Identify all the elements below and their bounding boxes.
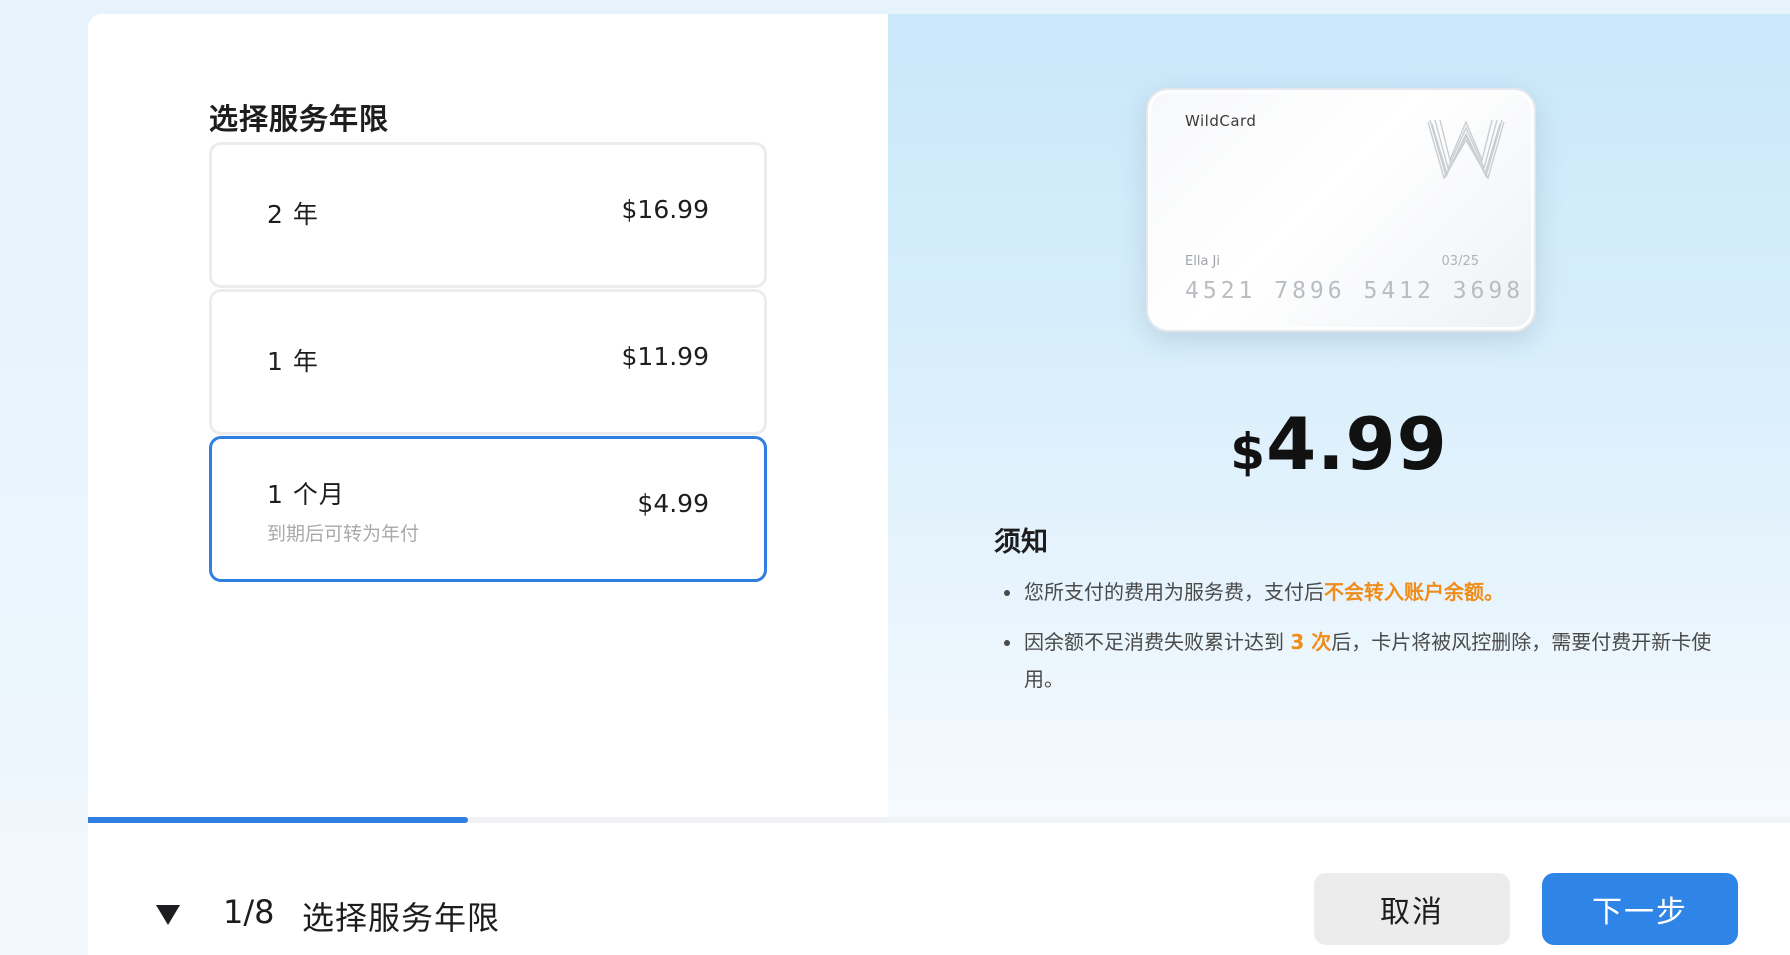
plan-option-price: $11.99	[621, 342, 709, 371]
notice-item: 因余额不足消费失败累计达到 3 次后，卡片将被风控删除，需要付费开新卡使用。	[994, 624, 1714, 698]
plan-option-1-month[interactable]: 1 个月 到期后可转为年付 $4.99	[209, 436, 767, 582]
price-amount: 4.99	[1266, 402, 1448, 486]
notice-highlight: 3 次	[1290, 630, 1332, 654]
notice-item: 您所支付的费用为服务费，支付后不会转入账户余额。	[994, 574, 1714, 611]
notice-text: 因余额不足消费失败累计达到	[1024, 630, 1291, 654]
plan-option-note: 到期后可转为年付	[267, 523, 420, 545]
notice-highlight: 不会转入账户余额。	[1324, 580, 1504, 604]
cancel-button[interactable]: 取消	[1314, 873, 1510, 945]
total-price: $4.99	[888, 402, 1790, 486]
notice-list: 您所支付的费用为服务费，支付后不会转入账户余额。 因余额不足消费失败累计达到 3…	[994, 574, 1714, 711]
card-holder-name: Ella Ji	[1185, 254, 1220, 269]
card-number: 4521 7896 5412 3698	[1185, 278, 1525, 304]
wizard-footer: 1/8 选择服务年限 取消 下一步	[88, 823, 1790, 955]
step-counter: 1/8	[223, 893, 275, 931]
plan-option-price: $4.99	[637, 489, 709, 518]
card-expiry: 03/25	[1441, 254, 1479, 269]
plan-option-label: 2 年	[267, 200, 319, 229]
notice-title: 须知	[994, 527, 1048, 558]
caret-down-icon[interactable]	[154, 903, 182, 927]
price-currency: $	[1230, 423, 1267, 481]
dialog: 选择服务年限 2 年 $16.99 1 年 $11.99 1 个月 到期后可转为…	[88, 14, 1790, 955]
plan-option-price: $16.99	[621, 195, 709, 224]
plan-option-1-year[interactable]: 1 年 $11.99	[209, 289, 767, 435]
plan-option-2-years[interactable]: 2 年 $16.99	[209, 142, 767, 288]
next-step-button[interactable]: 下一步	[1542, 873, 1738, 945]
plan-selection-panel: 选择服务年限 2 年 $16.99 1 年 $11.99 1 个月 到期后可转为…	[88, 14, 888, 820]
notice-text: 您所支付的费用为服务费，支付后	[1024, 580, 1324, 604]
card-preview: WildCard Ella Ji 03/25 4521 7896 5412 36…	[1146, 88, 1536, 332]
step-title: 选择服务年限	[302, 899, 501, 937]
card-brand: WildCard	[1185, 112, 1257, 130]
plan-option-label: 1 年	[267, 347, 319, 376]
summary-panel: WildCard Ella Ji 03/25 4521 7896 5412 36…	[888, 14, 1790, 820]
plan-option-label: 1 个月	[267, 480, 345, 509]
section-title: 选择服务年限	[209, 102, 390, 136]
wildcard-w-logo-icon	[1427, 119, 1505, 180]
